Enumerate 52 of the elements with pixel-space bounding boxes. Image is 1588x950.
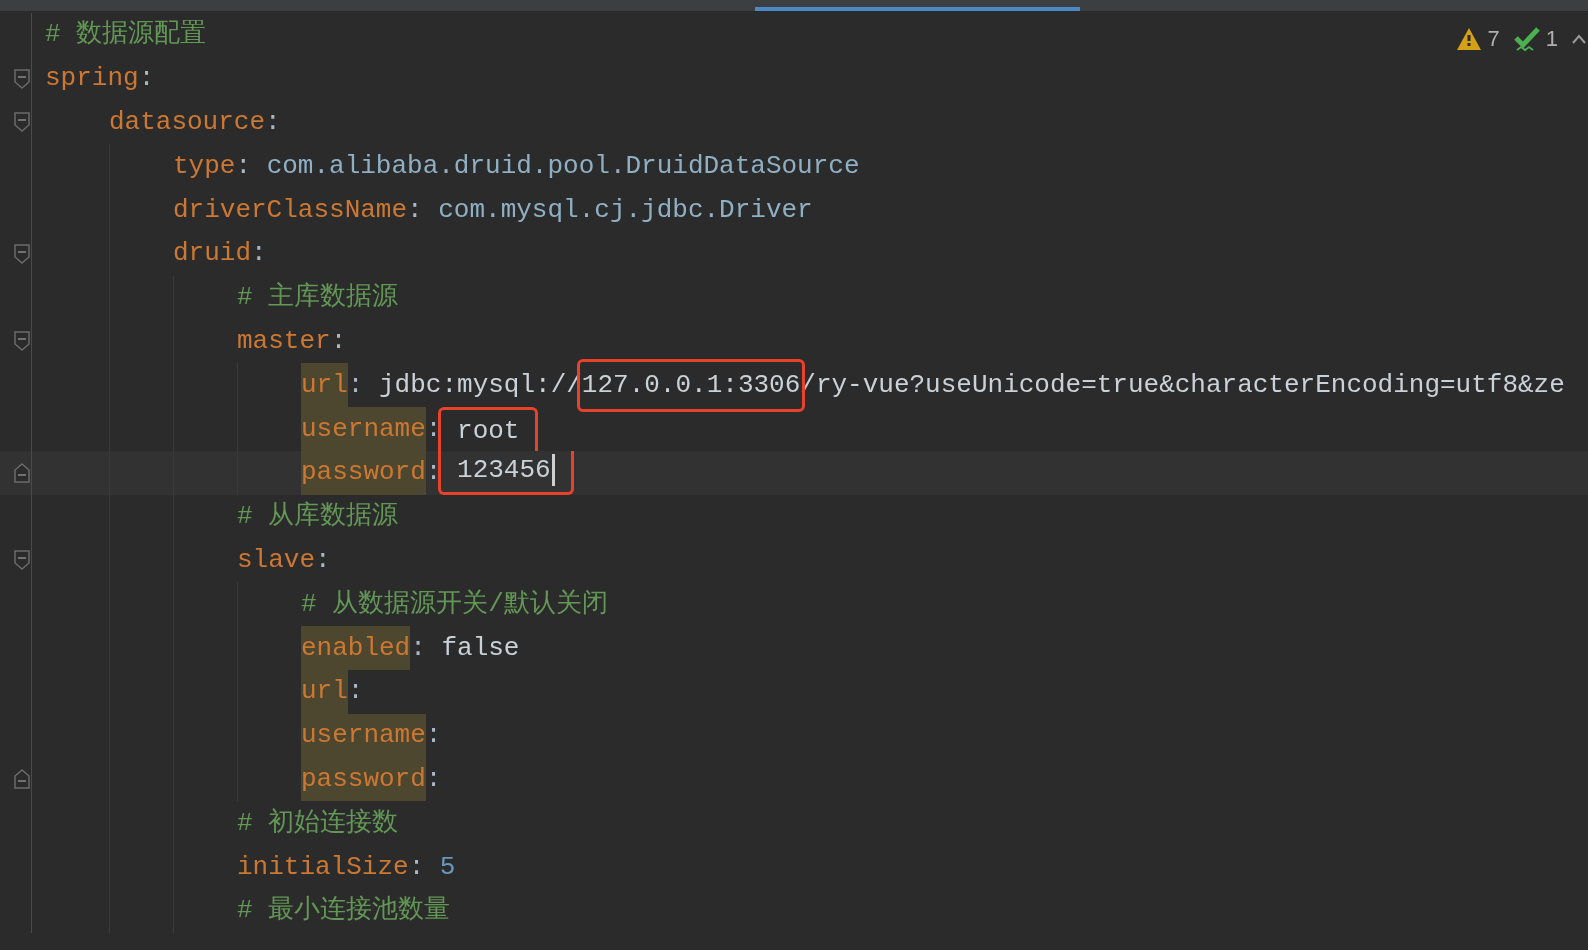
yaml-key: url xyxy=(301,669,348,714)
yaml-key: username xyxy=(301,713,426,758)
colon: : xyxy=(347,675,364,709)
code-comment: # 数据源配置 xyxy=(45,18,207,52)
yaml-key: password xyxy=(301,757,426,802)
yaml-key: username xyxy=(301,407,426,451)
yaml-value: 5 xyxy=(439,850,456,884)
yaml-key: url xyxy=(301,363,348,408)
caret-up-icon[interactable] xyxy=(1572,32,1586,45)
annotated-value: 127.0.0.1:3306 xyxy=(576,358,806,412)
colon: : xyxy=(330,324,347,358)
colon: : xyxy=(425,719,442,753)
yaml-value: com.alibaba.druid.pool.DruidDataSource xyxy=(266,149,860,183)
yaml-value: false xyxy=(441,631,520,665)
fold-icon[interactable] xyxy=(12,461,31,484)
fold-icon[interactable] xyxy=(12,242,31,265)
yaml-key: master xyxy=(237,319,331,364)
code-comment: # 初始连接数 xyxy=(237,806,399,840)
colon: : xyxy=(347,368,364,402)
check-icon[interactable] xyxy=(1513,25,1540,52)
yaml-value: com.mysql.cj.jdbc.Driver xyxy=(438,193,813,227)
yaml-key: type xyxy=(173,144,236,189)
yaml-key: password xyxy=(301,450,426,495)
colon: : xyxy=(265,106,281,139)
fold-icon[interactable] xyxy=(12,67,31,90)
yaml-key: initialSize xyxy=(237,845,409,889)
colon: : xyxy=(315,543,331,577)
colon: : xyxy=(235,149,252,183)
yaml-key: druid xyxy=(173,232,251,276)
code-comment: # 从库数据源 xyxy=(237,500,399,534)
code-comment: # 最小连接池数量 xyxy=(237,894,451,928)
code-comment: # 从数据源开关/默认关闭 xyxy=(301,587,608,621)
colon: : xyxy=(407,193,423,227)
colon: : xyxy=(408,850,425,884)
yaml-key: driverClassName xyxy=(173,188,408,232)
colon: : xyxy=(425,762,442,796)
passed-count: 1 xyxy=(1545,25,1558,53)
warning-icon[interactable] xyxy=(1455,26,1482,51)
colon: : xyxy=(251,237,267,271)
code-comment: # 主库数据源 xyxy=(237,281,399,315)
fold-icon[interactable] xyxy=(12,549,31,572)
yaml-key: enabled xyxy=(301,626,411,670)
fold-icon[interactable] xyxy=(12,768,31,791)
yaml-key: datasource xyxy=(109,100,266,145)
yaml-key: spring xyxy=(45,56,139,101)
colon: : xyxy=(138,62,155,96)
yaml-key: slave xyxy=(237,538,315,583)
colon: : xyxy=(410,631,426,665)
yaml-value: 123456 xyxy=(438,450,574,495)
fold-icon[interactable] xyxy=(12,111,31,134)
fold-icon[interactable] xyxy=(12,330,31,353)
warning-count: 7 xyxy=(1487,25,1500,53)
